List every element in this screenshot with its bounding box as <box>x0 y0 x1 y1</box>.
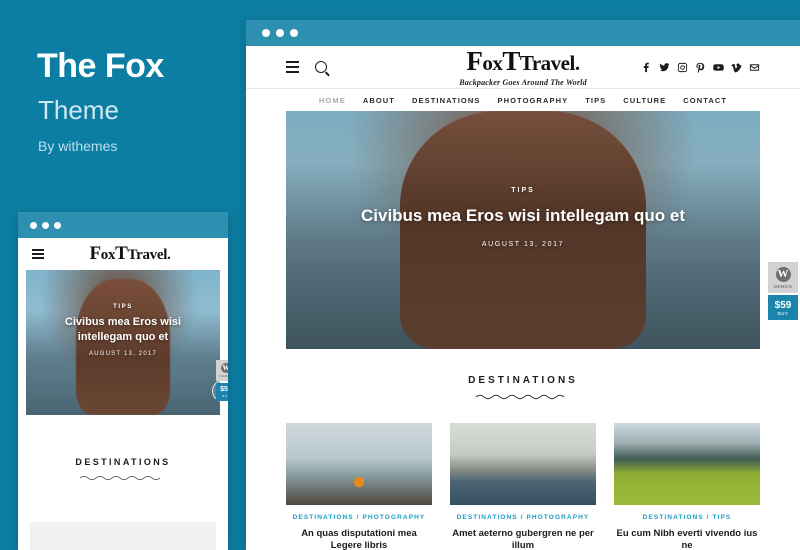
window-dot-close[interactable] <box>262 29 270 37</box>
hero-slide[interactable]: TIPS Civibus mea Eros wisi intellegam qu… <box>286 111 760 349</box>
wave-divider-icon <box>475 394 565 400</box>
mobile-titlebar <box>18 212 228 238</box>
window-dot-close[interactable] <box>30 221 37 229</box>
price-label: $59 <box>774 300 792 311</box>
nav-item-about[interactable]: ABOUT <box>363 96 395 105</box>
primary-nav: HOME ABOUT DESTINATIONS PHOTOGRAPHY TIPS… <box>246 89 800 111</box>
instagram-icon[interactable] <box>677 62 688 73</box>
mobile-site-logo[interactable]: FoxTTravel. <box>62 243 198 265</box>
hamburger-icon[interactable] <box>286 61 299 73</box>
facebook-icon[interactable] <box>641 62 652 73</box>
mobile-price-label: $59 <box>220 386 228 393</box>
card-thumbnail[interactable] <box>286 423 432 505</box>
header-left-tools <box>286 61 406 73</box>
nav-item-destinations[interactable]: DESTINATIONS <box>412 96 480 105</box>
nav-item-contact[interactable]: CONTACT <box>683 96 727 105</box>
mobile-card-placeholder <box>30 522 216 550</box>
hero-title[interactable]: Civibus mea Eros wisi intellegam quo et <box>346 204 700 229</box>
nav-item-home[interactable]: HOME <box>319 96 346 105</box>
window-dot-minimize[interactable] <box>276 29 284 37</box>
wordpress-icon: W <box>221 363 228 373</box>
pinterest-icon[interactable] <box>695 62 706 73</box>
promo-byline: By withemes <box>38 138 118 154</box>
mobile-preview-window: FoxTTravel. TIPS Civibus mea Eros wisi i… <box>18 212 228 550</box>
demos-button[interactable]: W DEMOS <box>768 262 798 293</box>
social-links <box>640 62 760 73</box>
email-icon[interactable] <box>749 62 760 73</box>
mobile-hero-slide[interactable]: TIPS Civibus mea Eros wisi intellegam qu… <box>26 270 220 415</box>
list-item[interactable]: DESTINATIONS / PHOTOGRAPHY Amet aeterno … <box>450 423 596 550</box>
destinations-card-list: DESTINATIONS / PHOTOGRAPHY An quas dispu… <box>246 423 800 550</box>
mobile-hero-title[interactable]: Civibus mea Eros wisi intellegam quo et <box>40 315 206 345</box>
card-title[interactable]: Eu cum Nibh everti vivendo ius ne <box>614 528 760 550</box>
vimeo-icon[interactable] <box>731 62 742 73</box>
card-category[interactable]: DESTINATIONS / PHOTOGRAPHY <box>286 514 432 521</box>
primary-nav-wrapper: HOME ABOUT DESTINATIONS PHOTOGRAPHY TIPS… <box>246 88 800 111</box>
mobile-section-title: DESTINATIONS <box>75 457 171 467</box>
twitter-icon[interactable] <box>659 62 670 73</box>
mobile-section-header: DESTINATIONS <box>18 457 228 482</box>
card-thumbnail[interactable] <box>614 423 760 505</box>
hero-text: TIPS Civibus mea Eros wisi intellegam qu… <box>286 187 760 248</box>
card-title[interactable]: Amet aeterno gubergren ne per illum <box>450 528 596 550</box>
site-content: FoxTTravel. Backpacker Goes Around The W… <box>246 46 800 550</box>
mobile-demos-button[interactable]: W DEMOS <box>216 360 228 381</box>
nav-item-tips[interactable]: TIPS <box>585 96 606 105</box>
youtube-icon[interactable] <box>713 62 724 73</box>
wordpress-icon: W <box>775 267 791 282</box>
browser-titlebar <box>246 20 800 46</box>
site-header: FoxTTravel. Backpacker Goes Around The W… <box>246 46 800 88</box>
page-root: The Fox Theme By withemes FoxTTravel. TI… <box>0 0 800 550</box>
section-header: DESTINATIONS <box>246 375 800 401</box>
site-branding: FoxTTravel. Backpacker Goes Around The W… <box>406 47 640 87</box>
search-icon[interactable] <box>315 61 327 73</box>
page-title: The Fox <box>37 47 164 85</box>
buy-button[interactable]: $59 BUY <box>768 295 798 320</box>
mobile-hero-text: TIPS Civibus mea Eros wisi intellegam qu… <box>26 304 220 357</box>
nav-item-photography[interactable]: PHOTOGRAPHY <box>497 96 568 105</box>
mobile-buy-label: BUY <box>222 393 228 398</box>
card-title[interactable]: An quas disputationi mea Legere libris <box>286 528 432 550</box>
list-item[interactable]: DESTINATIONS / TIPS Eu cum Nibh everti v… <box>614 423 760 550</box>
mobile-demos-label: DEMOS <box>219 374 228 378</box>
hamburger-icon[interactable] <box>32 249 44 259</box>
mobile-buy-button[interactable]: $59 BUY <box>216 383 228 401</box>
nav-item-culture[interactable]: CULTURE <box>623 96 666 105</box>
desktop-preview-window: FoxTTravel. Backpacker Goes Around The W… <box>246 20 800 550</box>
demos-label: DEMOS <box>773 284 793 289</box>
mobile-hero-date: AUGUST 13, 2017 <box>89 350 157 357</box>
site-tagline: Backpacker Goes Around The World <box>459 77 587 87</box>
window-dot-maximize[interactable] <box>54 221 61 229</box>
site-logo[interactable]: FoxTTravel. <box>406 47 640 75</box>
section-title: DESTINATIONS <box>468 375 578 386</box>
card-category[interactable]: DESTINATIONS / TIPS <box>614 514 760 521</box>
window-dot-maximize[interactable] <box>290 29 298 37</box>
hero-category[interactable]: TIPS <box>346 187 700 194</box>
list-item[interactable]: DESTINATIONS / PHOTOGRAPHY An quas dispu… <box>286 423 432 550</box>
mobile-site-header: FoxTTravel. <box>18 238 228 270</box>
card-category[interactable]: DESTINATIONS / PHOTOGRAPHY <box>450 514 596 521</box>
mobile-site-body: FoxTTravel. TIPS Civibus mea Eros wisi i… <box>18 238 228 550</box>
floating-widgets: W DEMOS $59 BUY <box>766 262 800 320</box>
card-thumbnail[interactable] <box>450 423 596 505</box>
mobile-hero-category[interactable]: TIPS <box>40 304 206 310</box>
mobile-floating-widgets: W DEMOS $59 BUY <box>214 360 228 401</box>
window-dot-minimize[interactable] <box>42 221 49 229</box>
buy-label: BUY <box>777 311 789 316</box>
promo-subtitle: Theme <box>38 95 119 125</box>
wave-divider-icon <box>79 475 161 481</box>
hero-date: AUGUST 13, 2017 <box>481 240 565 248</box>
